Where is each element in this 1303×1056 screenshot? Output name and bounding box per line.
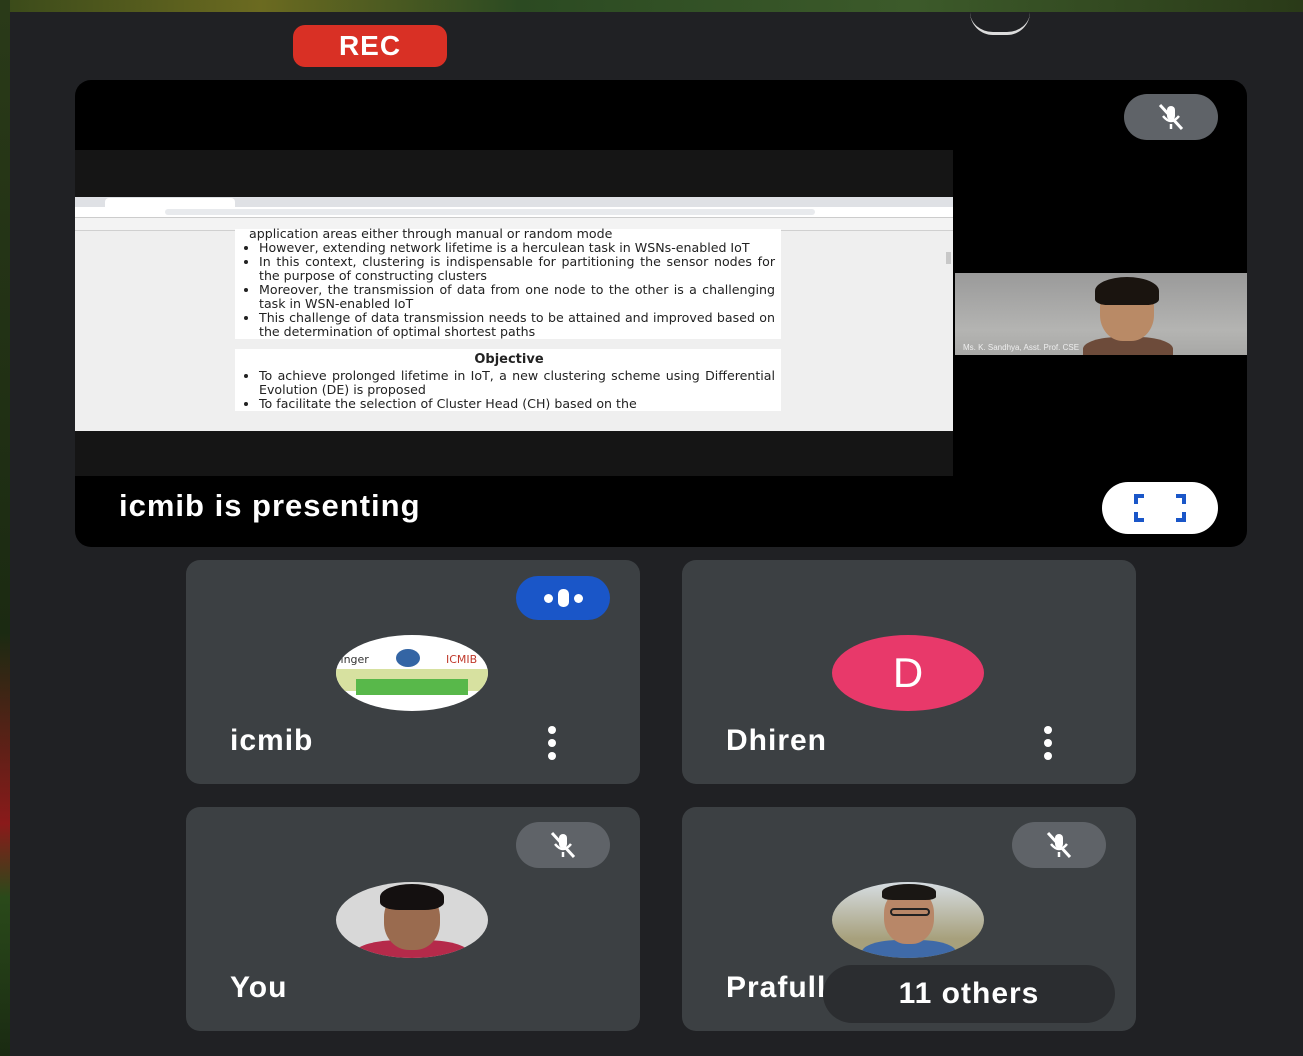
fullscreen-icon <box>1134 494 1186 522</box>
emblem-icon <box>396 649 420 667</box>
wallpaper-top <box>0 0 1303 12</box>
camera-switch-icon[interactable] <box>1160 12 1220 32</box>
participant-tile-dhiren[interactable]: D Dhiren <box>682 560 1136 784</box>
slide-bullet: In this context, clustering is indispens… <box>259 255 775 283</box>
slide-bullet: However, extending network lifetime is a… <box>259 241 775 255</box>
presenter-video-thumbnail[interactable]: Ms. K. Sandhya, Asst. Prof. CSE <box>955 273 1247 355</box>
others-button[interactable]: 11 others <box>823 965 1115 1023</box>
recording-badge: REC <box>293 25 447 67</box>
slide-bullet: This challenge of data transmission need… <box>259 311 775 339</box>
slide-section-title: Objective <box>474 352 544 367</box>
speaking-indicator-icon <box>516 576 610 620</box>
more-vert-icon[interactable] <box>541 726 563 760</box>
slide-bullet: To facilitate the selection of Cluster H… <box>259 397 775 411</box>
slide-document: application areas either through manual … <box>235 226 781 411</box>
participant-name: icmib <box>230 724 314 757</box>
fullscreen-button[interactable] <box>1102 482 1218 534</box>
presentation-tile[interactable]: application areas either through manual … <box>75 80 1247 547</box>
more-vert-icon[interactable] <box>1037 726 1059 760</box>
shared-browser-window: application areas either through manual … <box>75 197 953 431</box>
participant-tile-you[interactable]: You <box>186 807 640 1031</box>
mic-off-icon <box>1124 94 1218 140</box>
participant-name: You <box>230 971 288 1004</box>
wallpaper-left <box>0 0 10 1056</box>
mic-off-icon <box>516 822 610 868</box>
slide-bullet: To achieve prolonged lifetime in IoT, a … <box>259 369 775 397</box>
presenting-label: icmib is presenting <box>119 488 421 523</box>
slide-line: application areas either through manual … <box>249 226 613 241</box>
avatar: ringer ICMIB <box>336 635 488 711</box>
thumbnail-name: Ms. K. Sandhya, Asst. Prof. CSE <box>963 343 1080 352</box>
participant-tile-icmib[interactable]: ringer ICMIB icmib <box>186 560 640 784</box>
avatar <box>336 882 488 958</box>
avatar <box>832 882 984 958</box>
slide-bullet: Moreover, the transmission of data from … <box>259 283 775 311</box>
mic-off-icon <box>1012 822 1106 868</box>
headset-icon[interactable] <box>970 12 1030 35</box>
participant-name: Dhiren <box>726 724 828 757</box>
avatar: D <box>832 635 984 711</box>
